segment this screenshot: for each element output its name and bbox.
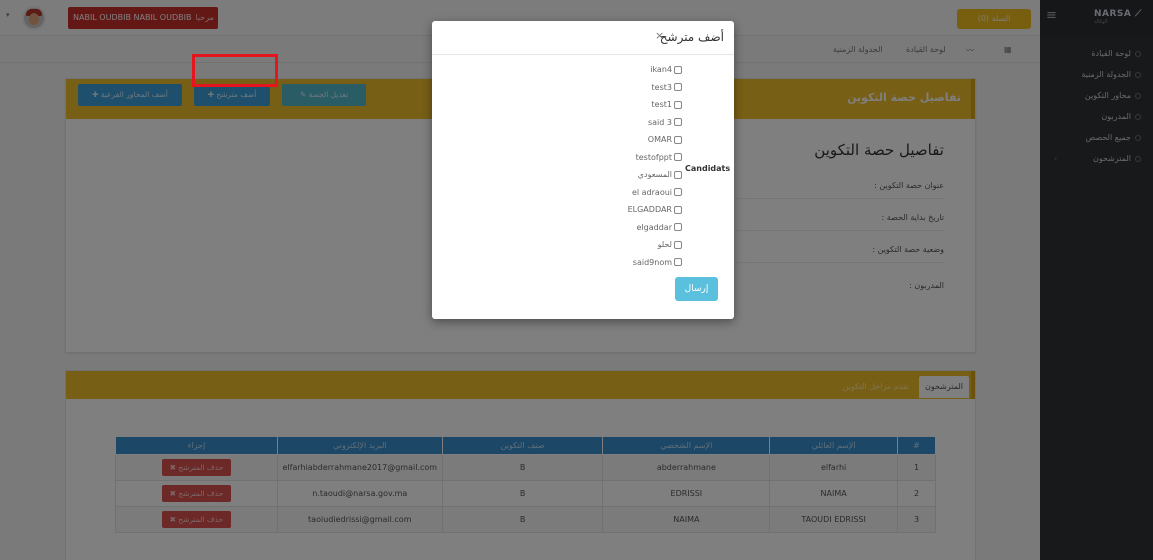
submit-button[interactable]: إرسال — [675, 277, 718, 301]
highlight-annotation-box — [192, 54, 278, 87]
candidate-label: المسعودي — [637, 170, 672, 179]
candidate-option[interactable]: لحلو — [612, 240, 682, 258]
checkbox[interactable] — [674, 65, 682, 74]
candidate-option[interactable]: testofppt — [612, 153, 682, 171]
checkbox[interactable] — [674, 240, 682, 249]
candidate-label: said9nom — [632, 257, 672, 267]
candidate-option[interactable]: said 3 — [612, 118, 682, 136]
candidates-checkbox-list: ikan4 test3 test1 said 3 OMAR testofppt … — [612, 65, 682, 275]
candidate-label: ELGADDAR — [627, 205, 672, 214]
checkbox[interactable] — [674, 83, 682, 91]
checkbox[interactable] — [674, 153, 682, 161]
candidate-option[interactable]: ELGADDAR — [612, 205, 682, 223]
candidate-option[interactable]: ikan4 — [612, 65, 682, 83]
candidates-field-label: Candidats — [685, 164, 731, 173]
checkbox[interactable] — [674, 170, 682, 179]
candidate-option[interactable]: elgaddar — [612, 223, 682, 241]
candidate-label: لحلو — [657, 240, 672, 249]
candidate-label: el adraoui — [631, 187, 672, 197]
candidate-label: said 3 — [647, 117, 672, 127]
modal-title: أضف مترشح — [659, 30, 724, 44]
checkbox[interactable] — [674, 135, 682, 144]
candidate-option[interactable]: المسعودي — [612, 170, 682, 188]
checkbox[interactable] — [674, 118, 682, 126]
candidate-option[interactable]: el adraoui — [612, 188, 682, 206]
checkbox[interactable] — [674, 258, 682, 266]
candidate-option[interactable]: OMAR — [612, 135, 682, 153]
candidate-label: testofppt — [635, 152, 672, 162]
candidate-label: test3 — [651, 82, 672, 92]
candidate-label: ikan4 — [650, 65, 672, 74]
candidate-label: elgaddar — [636, 222, 672, 232]
checkbox[interactable] — [674, 188, 682, 196]
add-candidate-modal: × أضف مترشح ikan4 test3 test1 said 3 OMA… — [432, 21, 734, 319]
checkbox[interactable] — [674, 100, 682, 109]
candidate-option[interactable]: test1 — [612, 100, 682, 118]
checkbox[interactable] — [674, 223, 682, 231]
candidate-option[interactable]: said9nom — [612, 258, 682, 276]
checkbox[interactable] — [674, 205, 682, 214]
candidate-option[interactable]: test3 — [612, 83, 682, 101]
candidate-label: OMAR — [647, 135, 672, 144]
modal-header: × أضف مترشح — [432, 21, 734, 55]
candidate-label: test1 — [651, 100, 672, 109]
